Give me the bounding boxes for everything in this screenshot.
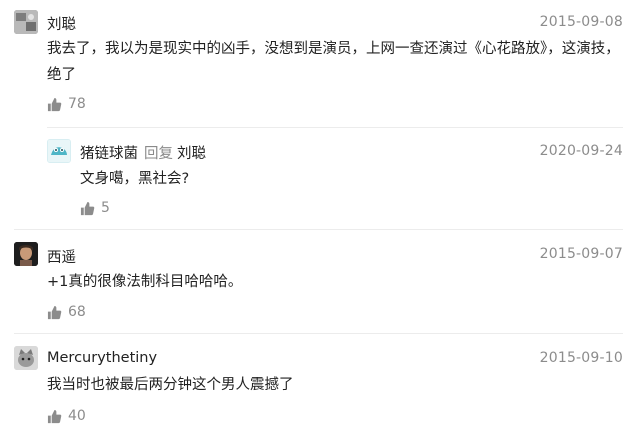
reply-word: 回复: [144, 146, 173, 162]
reply-target[interactable]: 刘聪: [177, 146, 206, 162]
like-button[interactable]: 78: [47, 96, 86, 112]
comment-text: 我当时也被最后两分钟这个男人震撼了: [47, 377, 294, 393]
avatar[interactable]: [14, 10, 38, 34]
reply-date: 2020-09-24: [539, 143, 623, 159]
like-count: 40: [68, 408, 86, 424]
avatar[interactable]: [14, 346, 38, 370]
reply-text: 文身噶，黑社会?: [80, 171, 190, 187]
comment-author[interactable]: 西遥: [47, 246, 76, 267]
reply-author[interactable]: 猪链球菌: [80, 146, 138, 162]
thumbs-up-icon: [47, 305, 62, 319]
comment-date: 2015-09-08: [539, 14, 623, 30]
comment-author[interactable]: 刘聪: [47, 13, 76, 34]
avatar[interactable]: [14, 242, 38, 266]
comment-author[interactable]: Mercurythetiny: [47, 350, 157, 366]
thumbs-up-icon: [47, 97, 62, 111]
comment-text: 我去了，我以为是现实中的凶手，没想到是演员，上网一查还演过《心花路放》，这演技，…: [47, 41, 620, 83]
like-count: 68: [68, 304, 86, 320]
comment-date: 2015-09-10: [539, 350, 623, 366]
thumbs-up-icon: [47, 409, 62, 423]
like-button[interactable]: 40: [47, 408, 86, 424]
like-button[interactable]: 5: [80, 200, 110, 216]
divider: [14, 333, 623, 334]
comment-date: 2015-09-07: [539, 246, 623, 262]
comment-text: +1真的很像法制科目哈哈哈。: [47, 274, 243, 290]
like-count: 5: [101, 200, 110, 216]
thumbs-up-icon: [80, 201, 95, 215]
divider: [14, 229, 623, 230]
like-count: 78: [68, 96, 86, 112]
like-button[interactable]: 68: [47, 304, 86, 320]
avatar[interactable]: [47, 139, 71, 163]
reply-header: 猪链球菌 回复 刘聪: [80, 142, 206, 163]
divider: [47, 127, 623, 128]
